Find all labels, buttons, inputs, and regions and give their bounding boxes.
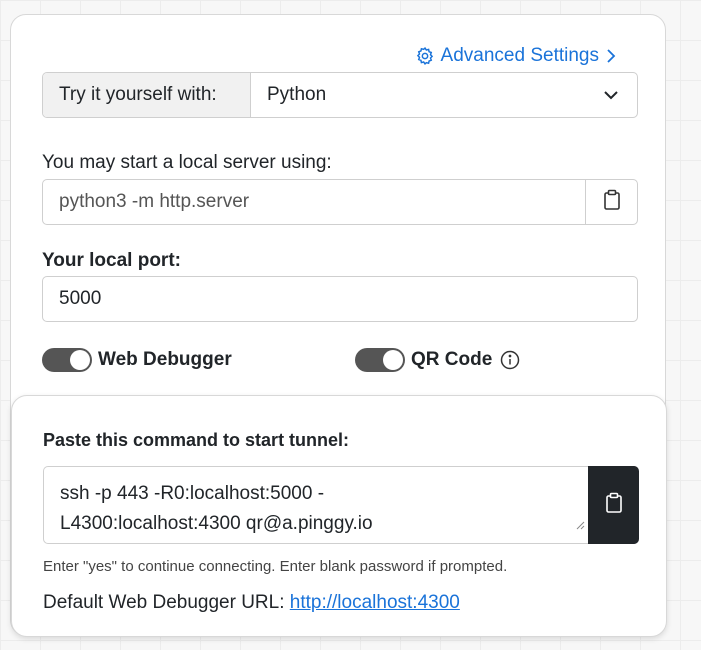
copy-server-command-button[interactable] <box>585 180 637 224</box>
selected-language: Python <box>267 84 327 105</box>
switch-knob <box>383 350 403 370</box>
qr-code-switch[interactable] <box>355 348 405 372</box>
clipboard-icon <box>602 189 622 216</box>
tunnel-command-card: Paste this command to start tunnel: ssh … <box>11 395 667 637</box>
web-debugger-toggle-group: Web Debugger <box>42 348 232 372</box>
language-selector-label: Try it yourself with: <box>43 73 251 117</box>
switch-knob <box>70 350 90 370</box>
server-command-label: You may start a local server using: <box>42 152 332 173</box>
chevron-right-icon <box>605 48 617 64</box>
advanced-settings-label: Advanced Settings <box>440 45 599 66</box>
clipboard-icon <box>604 492 624 519</box>
chevron-down-icon <box>603 84 619 106</box>
resize-grip-icon[interactable] <box>575 510 585 540</box>
tunnel-hint: Enter "yes" to continue connecting. Ente… <box>43 558 508 575</box>
port-input[interactable]: 5000 <box>42 276 638 322</box>
tunnel-command-line-1: ssh -p 443 -R0:localhost:5000 - <box>60 483 325 504</box>
debugger-url-label: Default Web Debugger URL: <box>43 592 285 613</box>
advanced-settings-link[interactable]: Advanced Settings <box>415 45 617 67</box>
gear-icon <box>415 46 435 66</box>
server-command-field: python3 -m http.server <box>42 179 638 225</box>
tunnel-command-textarea[interactable]: ssh -p 443 -R0:localhost:5000 - L4300:lo… <box>43 466 588 544</box>
web-debugger-switch[interactable] <box>42 348 92 372</box>
copy-tunnel-command-button[interactable] <box>588 466 639 544</box>
port-label: Your local port: <box>42 250 181 271</box>
config-card: Advanced Settings Try it yourself with: … <box>10 14 667 637</box>
info-icon[interactable] <box>500 350 520 370</box>
qr-code-toggle-group: QR Code <box>355 348 520 372</box>
tunnel-command-line-2: L4300:localhost:4300 qr@a.pinggy.io <box>60 513 373 534</box>
language-select[interactable]: Python <box>251 73 637 117</box>
tunnel-command-field: ssh -p 443 -R0:localhost:5000 - L4300:lo… <box>43 466 639 544</box>
server-command-text[interactable]: python3 -m http.server <box>43 180 585 224</box>
debugger-url-link[interactable]: http://localhost:4300 <box>290 592 460 613</box>
tunnel-title: Paste this command to start tunnel: <box>43 430 350 450</box>
web-debugger-label: Web Debugger <box>98 349 232 370</box>
debugger-url-row: Default Web Debugger URL: http://localho… <box>43 592 460 614</box>
language-selector-group: Try it yourself with: Python <box>42 72 638 118</box>
qr-code-label: QR Code <box>411 349 493 370</box>
